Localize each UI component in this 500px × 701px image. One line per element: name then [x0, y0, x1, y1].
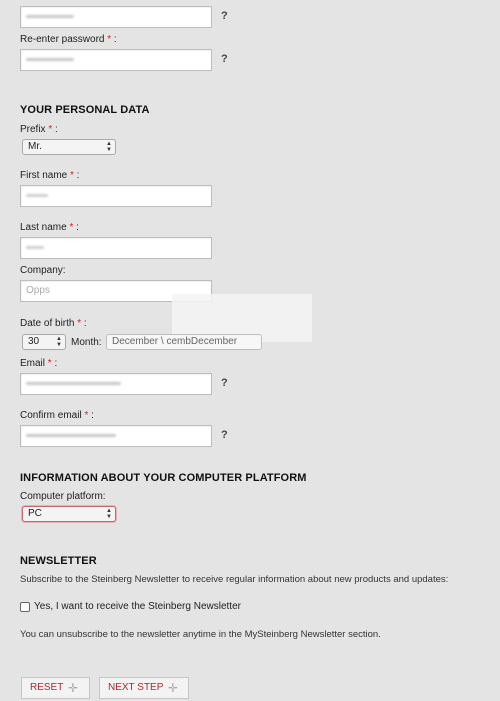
- reenter-password-label: Re-enter password * :: [20, 34, 117, 45]
- spinner-icon: ▲ ▼: [56, 336, 62, 348]
- spinner-icon: ▲ ▼: [106, 141, 112, 153]
- first-name-field[interactable]: [20, 185, 212, 207]
- password-field[interactable]: [20, 6, 212, 28]
- last-name-label: Last name * :: [20, 222, 79, 233]
- confirm-email-help-icon[interactable]: ?: [221, 429, 228, 441]
- dob-month-select[interactable]: December \ cembDecember: [106, 334, 262, 350]
- prefix-label: Prefix * :: [20, 124, 58, 135]
- reset-button[interactable]: RESET ✛: [21, 677, 90, 699]
- spinner-icon: ▲ ▼: [106, 508, 112, 520]
- platform-label: Computer platform:: [20, 491, 106, 502]
- email-label: Email * :: [20, 358, 58, 369]
- newsletter-checkbox-label[interactable]: Yes, I want to receive the Steinberg New…: [34, 601, 241, 612]
- last-name-field[interactable]: [20, 237, 212, 259]
- email-help-icon[interactable]: ?: [221, 377, 228, 389]
- blurred-value: [26, 245, 44, 249]
- blurred-value: [26, 381, 121, 385]
- reenter-password-field[interactable]: [20, 49, 212, 71]
- company-value: Opps: [26, 285, 50, 296]
- platform-select[interactable]: PC ▲ ▼: [22, 506, 116, 522]
- next-step-button[interactable]: NEXT STEP ✛: [99, 677, 189, 699]
- dob-day-select[interactable]: 30 ▲ ▼: [22, 334, 66, 350]
- next-step-button-label: NEXT STEP: [108, 682, 164, 693]
- first-name-label: First name * :: [20, 170, 80, 181]
- company-label: Company:: [20, 265, 66, 276]
- blurred-value: [26, 193, 48, 197]
- confirm-email-field[interactable]: [20, 425, 212, 447]
- personal-data-heading: YOUR PERSONAL DATA: [20, 104, 150, 116]
- unsubscribe-note: You can unsubscribe to the newsletter an…: [20, 629, 381, 640]
- confirm-email-label: Confirm email * :: [20, 410, 94, 421]
- blurred-value: [26, 433, 116, 437]
- dob-label: Date of birth * :: [20, 318, 87, 329]
- reenter-password-help-icon[interactable]: ?: [221, 53, 228, 65]
- password-help-icon[interactable]: ?: [221, 10, 228, 22]
- plus-cross-icon: ✛: [168, 681, 179, 695]
- prefix-select[interactable]: Mr. ▲ ▼: [22, 139, 116, 155]
- email-field[interactable]: [20, 373, 212, 395]
- dob-month-label: Month:: [71, 337, 102, 348]
- plus-cross-icon: ✛: [68, 681, 79, 695]
- newsletter-heading: NEWSLETTER: [20, 555, 97, 567]
- platform-heading: INFORMATION ABOUT YOUR COMPUTER PLATFORM: [20, 472, 307, 484]
- reset-button-label: RESET: [30, 682, 64, 693]
- newsletter-checkbox[interactable]: [20, 602, 30, 612]
- masked-password: [26, 57, 74, 61]
- masked-password: [26, 14, 74, 18]
- newsletter-intro: Subscribe to the Steinberg Newsletter to…: [20, 574, 449, 585]
